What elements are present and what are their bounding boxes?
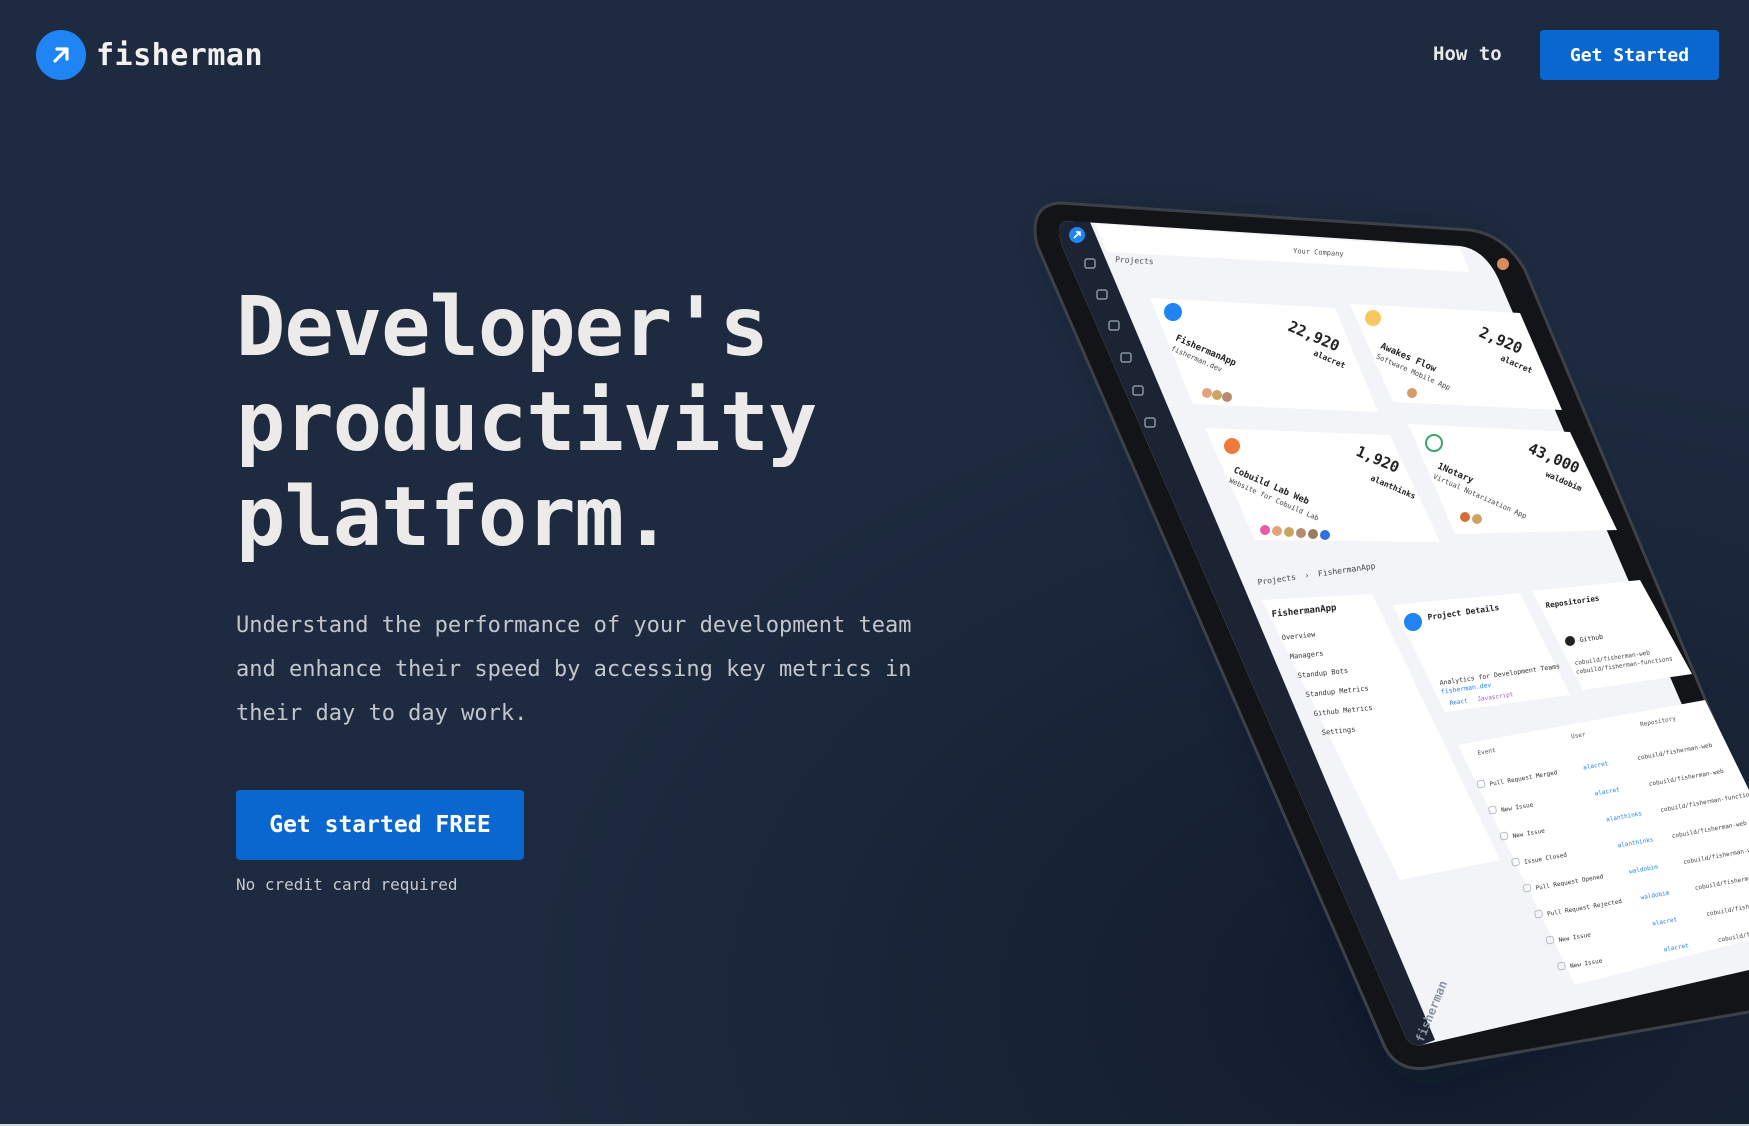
project-details-icon <box>1404 613 1422 631</box>
github-icon <box>1565 636 1575 646</box>
tablet-user-avatar[interactable] <box>1497 258 1509 270</box>
tablet-illustration: Projects Your Company FishermanApp fishe… <box>1033 201 1749 1080</box>
tablet-mockup: Projects Your Company FishermanApp fishe… <box>0 0 1749 1126</box>
awakes-project-icon <box>1365 310 1381 326</box>
tablet-sidebar-logo-icon <box>1069 227 1085 243</box>
landing-page: fisherman How to Get Started Developer's… <box>0 0 1749 1126</box>
fisherman-project-icon <box>1164 303 1182 321</box>
cobuild-project-icon <box>1224 438 1240 454</box>
